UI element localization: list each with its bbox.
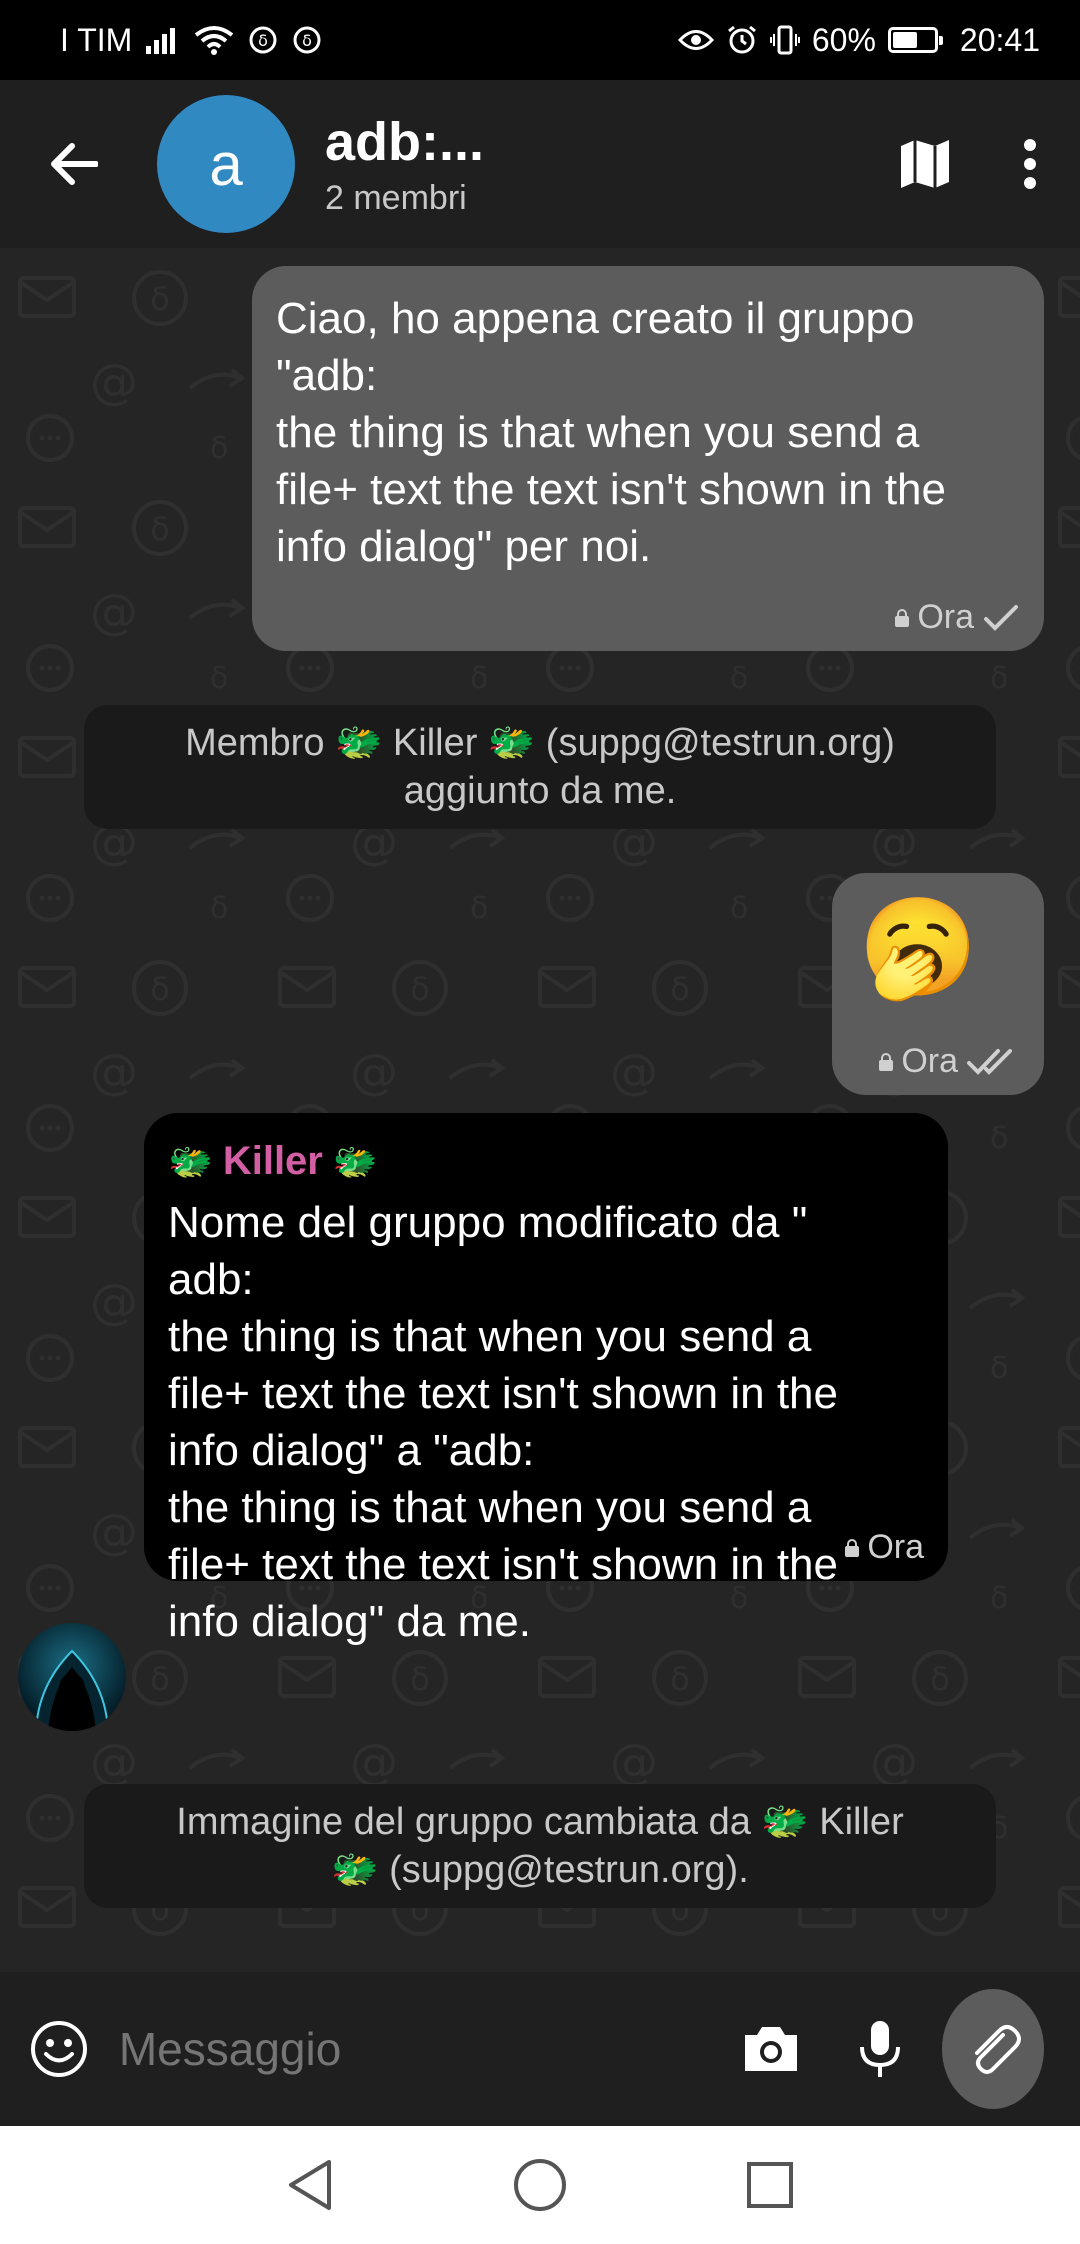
clock: 20:41: [959, 21, 1040, 58]
incoming-message[interactable]: 🐲 Killer 🐲 Nome del gruppo modificato da…: [144, 1113, 948, 1646]
chat-header: a adb:... 2 membri: [0, 80, 1080, 248]
message-composer: [0, 1972, 1080, 2126]
svg-text:δ: δ: [302, 31, 312, 50]
vibrate-icon: [769, 24, 800, 56]
camera-icon: [745, 2027, 798, 2071]
message-meta: Ora: [879, 1042, 1020, 1081]
outgoing-message[interactable]: 🥱 Ora: [832, 873, 1044, 1095]
message-meta: Ora: [845, 1528, 924, 1567]
signal-icon: [146, 26, 180, 54]
arrow-back-icon: [50, 143, 98, 185]
lock-icon: [895, 608, 910, 627]
paperclip-icon: [975, 2025, 1022, 2074]
more-vert-icon: [1024, 139, 1036, 189]
outgoing-message[interactable]: Ciao, ho appena creato il gruppo "adb: t…: [252, 266, 1044, 651]
battery-icon: [887, 27, 943, 53]
chat-subtitle: 2 membri: [325, 178, 467, 217]
message-time: Ora: [867, 1528, 924, 1566]
chat-title: adb:...: [325, 111, 484, 172]
notification-app-icon: δ: [292, 25, 322, 55]
camera-button[interactable]: [717, 2023, 826, 2075]
message-time: Ora: [901, 1042, 958, 1080]
carrier-label: I TIM: [60, 21, 133, 58]
message-meta: Ora: [895, 598, 1020, 637]
message-list[interactable]: δ @ δ Ciao, ho appena creato il gruppo "…: [0, 248, 1080, 1972]
dragon-emoji: 🐲: [332, 1140, 378, 1182]
map-button[interactable]: [870, 80, 980, 248]
emoji-button[interactable]: [0, 2019, 119, 2079]
sender-label: Killer: [222, 1139, 323, 1183]
nav-recents-button[interactable]: [735, 2150, 805, 2220]
alarm-icon: [726, 24, 758, 56]
lock-icon: [879, 1052, 894, 1071]
system-message: Immagine del gruppo cambiata da 🐲 Killer…: [84, 1784, 996, 1908]
microphone-icon: [859, 2021, 900, 2077]
system-nav-bar: [0, 2126, 1080, 2244]
group-avatar[interactable]: a: [157, 95, 295, 233]
hooded-figure-icon: [18, 1623, 126, 1731]
more-options-button[interactable]: [980, 80, 1080, 248]
message-text: Nome del gruppo modificato da " adb: the…: [168, 1198, 838, 1646]
voice-message-button[interactable]: [826, 2019, 935, 2079]
system-message: Membro 🐲 Killer 🐲 (suppg@testrun.org) ag…: [84, 705, 996, 829]
message-input[interactable]: [118, 2022, 717, 2076]
eye-icon: [677, 27, 714, 53]
square-recents-icon: [747, 2162, 793, 2208]
message-emoji: 🥱: [858, 894, 978, 1001]
nav-home-button[interactable]: [505, 2150, 575, 2220]
status-bar: I TIM δ δ 60% 20:41: [0, 0, 1080, 80]
back-button[interactable]: [0, 80, 145, 248]
circle-home-icon: [514, 2159, 566, 2211]
sender-avatar[interactable]: [18, 1623, 126, 1731]
battery-percent: 60%: [811, 21, 876, 58]
notification-app-icon: δ: [248, 25, 278, 55]
lock-icon: [845, 1538, 860, 1557]
map-icon: [901, 140, 949, 188]
message-text: Ciao, ho appena creato il gruppo "adb: t…: [276, 294, 946, 571]
triangle-back-icon: [289, 2160, 331, 2210]
attach-button[interactable]: [942, 1989, 1045, 2109]
double-check-icon: [967, 1048, 1012, 1075]
check-icon: [984, 604, 1018, 631]
sender-name[interactable]: 🐲 Killer 🐲: [168, 1139, 924, 1184]
svg-text:δ: δ: [258, 31, 268, 50]
nav-back-button[interactable]: [275, 2150, 345, 2220]
dragon-emoji: 🐲: [168, 1140, 213, 1182]
wifi-icon: [194, 25, 234, 55]
smiley-icon: [31, 2021, 88, 2077]
message-time: Ora: [917, 598, 974, 636]
chat-title-area[interactable]: adb:... 2 membri: [325, 111, 870, 218]
